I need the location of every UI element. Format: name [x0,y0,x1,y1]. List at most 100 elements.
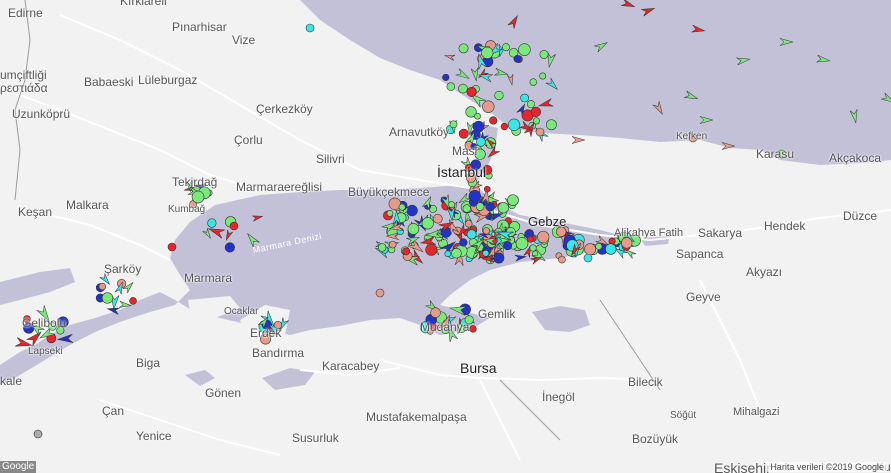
city-label-hendek: Hendek [764,219,806,233]
ship-marker[interactable] [475,202,485,211]
ship-marker[interactable] [425,243,438,256]
city-label-umciftligi: umçiftliği [0,68,47,82]
ship-marker[interactable] [500,122,509,131]
ship-marker[interactable] [529,244,537,252]
ship-marker[interactable] [466,86,477,98]
ship-marker[interactable] [595,242,603,250]
city-label-vize: Vize [232,33,256,47]
ship-marker[interactable] [545,119,557,131]
city-label-yenice: Yenice [136,429,172,443]
ship-marker[interactable] [458,43,469,54]
ship-marker[interactable] [571,136,586,144]
ship-marker[interactable] [583,253,593,263]
ship-marker[interactable] [515,237,529,250]
ship-marker[interactable] [526,100,535,109]
ship-marker[interactable] [539,72,547,80]
ship-marker[interactable] [465,220,473,228]
ship-marker[interactable] [485,201,495,212]
ship-marker[interactable] [507,118,521,131]
ship-marker[interactable] [481,46,494,59]
ship-marker[interactable] [402,247,411,256]
ship-marker[interactable] [621,237,633,249]
ship-marker[interactable] [407,223,420,235]
ship-marker[interactable] [432,213,443,224]
city-label-tekirdag: Tekirdağ [172,175,218,189]
ship-marker[interactable] [513,54,522,63]
city-label-ocaklar: Ocaklar [224,306,259,317]
city-label-marmaraereglisi: Marmaraereğlisi [236,180,323,194]
ship-marker[interactable] [476,137,486,147]
city-label-malkara: Malkara [66,198,109,212]
ship-marker[interactable] [458,83,468,94]
ship-marker[interactable] [305,23,315,33]
ship-marker[interactable] [421,217,434,230]
city-label-can: Çan [102,404,125,418]
ship-marker[interactable] [605,243,617,255]
ship-marker[interactable] [539,49,549,59]
city-label-bilecik: Bilecik [628,375,663,389]
ship-marker[interactable] [33,429,43,439]
ship-marker[interactable] [483,185,491,193]
ship-marker[interactable] [129,297,137,305]
ship-marker[interactable] [229,221,239,231]
map-attribution[interactable]: Harita verileri ©2019 Google [767,462,887,472]
ship-marker[interactable] [494,90,504,101]
map-canvas[interactable] [0,0,891,473]
ship-marker[interactable] [389,240,397,249]
ship-marker[interactable] [462,204,471,213]
ship-marker[interactable] [518,43,531,56]
ship-marker[interactable] [558,255,566,264]
ship-marker[interactable] [191,190,205,204]
city-label-istanbul: İstanbul [437,164,487,180]
ship-marker[interactable] [444,250,452,258]
ship-marker[interactable] [448,201,456,209]
city-label-babaeski: Babaeski [84,75,134,89]
ship-marker[interactable] [537,230,550,244]
ship-marker[interactable] [167,242,177,252]
ship-marker[interactable] [507,194,519,206]
ship-marker[interactable] [468,190,482,203]
vessel-map[interactable]: Edirne Kırklareli Pınarhisar Vize umçift… [0,0,891,473]
ship-marker[interactable] [459,238,468,247]
city-label-marmara: Marmara [184,271,233,285]
ship-marker[interactable] [502,43,510,52]
city-label-eskisehir: Eskişehir [714,460,771,473]
ship-marker[interactable] [207,218,217,228]
ship-marker[interactable] [503,241,513,251]
ship-marker[interactable] [430,307,441,318]
ship-marker[interactable] [442,73,450,81]
ship-marker[interactable] [529,78,537,86]
city-label-bandirma: Bandırma [252,346,305,360]
google-logo[interactable]: Google [0,461,36,473]
city-label-sarkoy: Şarköy [104,262,142,276]
ship-marker[interactable] [375,288,385,298]
ship-marker[interactable] [446,82,456,91]
ship-marker[interactable] [482,249,490,257]
ship-marker[interactable] [493,252,505,264]
ship-marker[interactable] [406,204,418,217]
ship-marker[interactable] [474,112,481,120]
ship-marker[interactable] [482,227,490,235]
ship-marker[interactable] [398,203,406,211]
ship-marker[interactable] [98,282,107,291]
ship-marker[interactable] [489,116,498,125]
ship-marker[interactable] [497,202,509,214]
ship-marker[interactable] [527,235,534,243]
city-label-corlu: Çorlu [234,133,263,147]
ship-marker[interactable] [520,93,529,103]
ship-marker[interactable] [466,229,477,240]
ship-marker[interactable] [584,243,596,256]
ship-marker[interactable] [482,100,495,113]
ship-marker[interactable] [469,325,477,333]
ship-marker[interactable] [101,292,114,304]
ship-marker[interactable] [530,106,542,118]
city-label-kale: kale [0,374,23,388]
ship-marker[interactable] [386,209,394,217]
ship-marker[interactable] [377,243,387,252]
ship-marker[interactable] [451,248,462,259]
ship-marker[interactable] [449,120,458,129]
ship-marker[interactable] [458,128,469,139]
city-label-alikahya: Alikahya Fatih [614,227,684,239]
ship-marker[interactable] [535,127,545,137]
ship-marker[interactable] [224,242,235,253]
